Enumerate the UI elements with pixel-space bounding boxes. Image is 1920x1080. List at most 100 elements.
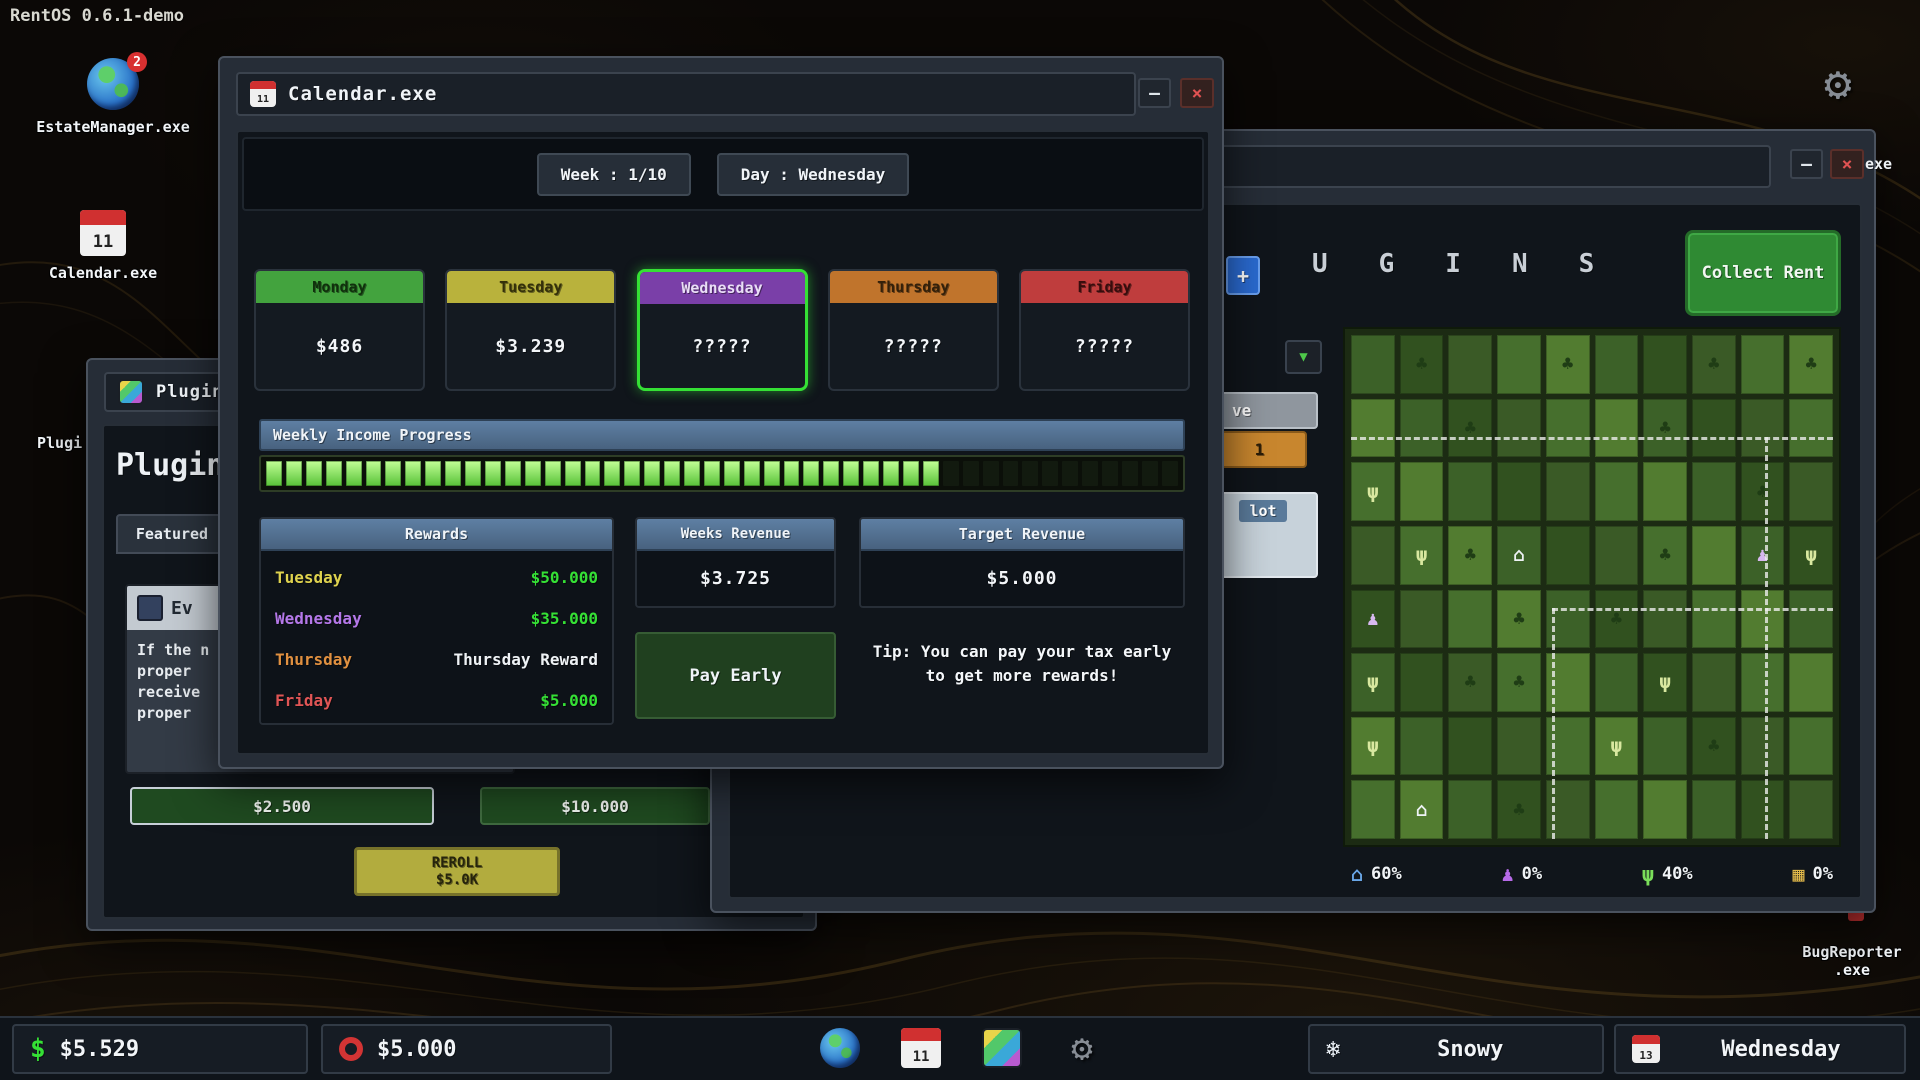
map-tile[interactable]: ♣ — [1643, 399, 1687, 458]
map-tile[interactable] — [1595, 462, 1639, 521]
map-tile[interactable] — [1497, 462, 1541, 521]
map-tile[interactable]: ♣ — [1400, 335, 1444, 394]
day-card-friday[interactable]: Friday????? — [1019, 269, 1190, 391]
map-tile[interactable] — [1595, 399, 1639, 458]
taskbar-settings-icon[interactable]: ⚙ — [1060, 1026, 1104, 1070]
map-tile[interactable] — [1741, 335, 1785, 394]
map-tile[interactable]: ψ — [1351, 462, 1395, 521]
map-tile[interactable]: ♣ — [1497, 780, 1541, 839]
map-tile[interactable]: ♣ — [1789, 335, 1833, 394]
buy-plugin-button-1[interactable]: $2.500 — [130, 787, 434, 825]
map-tile[interactable] — [1692, 780, 1736, 839]
map-tile[interactable]: ψ — [1400, 526, 1444, 585]
map-tile[interactable] — [1789, 462, 1833, 521]
map-tile[interactable] — [1546, 717, 1590, 776]
map-tile[interactable]: ♣ — [1595, 590, 1639, 649]
collect-rent-button[interactable]: Collect Rent — [1685, 230, 1841, 316]
map-tile[interactable]: ♣ — [1643, 526, 1687, 585]
map-tile[interactable]: ♣ — [1448, 653, 1492, 712]
map-tile[interactable]: ⌂ — [1400, 780, 1444, 839]
add-plugin-button[interactable]: + — [1226, 256, 1260, 295]
map-tile[interactable] — [1400, 462, 1444, 521]
map-tile[interactable] — [1595, 780, 1639, 839]
taskbar-plugins-icon[interactable] — [980, 1026, 1024, 1070]
minimize-button[interactable]: – — [1790, 149, 1823, 179]
map-tile[interactable] — [1643, 462, 1687, 521]
map-tile[interactable] — [1692, 590, 1736, 649]
map-tile[interactable] — [1789, 717, 1833, 776]
map-tile[interactable] — [1400, 717, 1444, 776]
map-tile[interactable] — [1643, 717, 1687, 776]
map-tile[interactable] — [1789, 653, 1833, 712]
plugin-slot-panel[interactable]: lot — [1208, 492, 1318, 578]
map-tile[interactable]: ♟ — [1741, 526, 1785, 585]
map-tile[interactable] — [1546, 780, 1590, 839]
map-tile[interactable] — [1692, 399, 1736, 458]
map-tile[interactable] — [1400, 399, 1444, 458]
reroll-button[interactable]: REROLL $5.0K — [354, 847, 560, 896]
map-tile[interactable] — [1741, 653, 1785, 712]
map-tile[interactable] — [1351, 780, 1395, 839]
map-tile[interactable]: ♣ — [1692, 717, 1736, 776]
map-tile[interactable] — [1692, 653, 1736, 712]
map-tile[interactable] — [1595, 335, 1639, 394]
map-tile[interactable]: ♣ — [1546, 335, 1590, 394]
map-tile[interactable] — [1643, 335, 1687, 394]
map-tile[interactable] — [1643, 590, 1687, 649]
map-tile[interactable]: ψ — [1643, 653, 1687, 712]
day-card-wednesday[interactable]: Wednesday????? — [637, 269, 808, 391]
map-tile[interactable] — [1789, 399, 1833, 458]
map-tile[interactable] — [1741, 399, 1785, 458]
map-tile[interactable] — [1741, 590, 1785, 649]
map-tile[interactable] — [1497, 717, 1541, 776]
map-tile[interactable] — [1448, 717, 1492, 776]
map-tile[interactable]: ♣ — [1692, 335, 1736, 394]
map-tile[interactable] — [1595, 653, 1639, 712]
desktop-icon-label-plugins-fragment[interactable]: Plugi — [37, 434, 82, 452]
desktop-icon-bug-reporter[interactable]: BugReporter .exe — [1772, 943, 1920, 979]
map-tile[interactable] — [1351, 526, 1395, 585]
map-tile[interactable] — [1595, 526, 1639, 585]
map-tile[interactable] — [1448, 590, 1492, 649]
slot-count-badge[interactable]: 1 — [1212, 431, 1307, 468]
map-tile[interactable]: ♣ — [1741, 462, 1785, 521]
calendar-window-titlebar[interactable]: 11 Calendar.exe — [236, 72, 1136, 116]
map-tile[interactable] — [1546, 590, 1590, 649]
map-tile[interactable] — [1400, 590, 1444, 649]
map-tile[interactable] — [1351, 399, 1395, 458]
map-tile[interactable] — [1448, 335, 1492, 394]
map-tile[interactable] — [1789, 780, 1833, 839]
map-tile[interactable]: ψ — [1351, 717, 1395, 776]
map-tile[interactable]: ♟ — [1351, 590, 1395, 649]
map-tile[interactable]: ψ — [1595, 717, 1639, 776]
map-tile[interactable] — [1741, 717, 1785, 776]
map-tile[interactable] — [1692, 462, 1736, 521]
close-button[interactable]: × — [1180, 78, 1214, 108]
taskbar-estate-manager-icon[interactable] — [818, 1026, 862, 1070]
map-tile[interactable]: ♣ — [1448, 526, 1492, 585]
map-tile[interactable] — [1789, 590, 1833, 649]
map-tile[interactable]: ♣ — [1497, 590, 1541, 649]
map-tile[interactable] — [1546, 653, 1590, 712]
map-tile[interactable] — [1351, 335, 1395, 394]
active-tab-fragment[interactable]: ve — [1208, 392, 1318, 429]
map-tile[interactable] — [1741, 780, 1785, 839]
map-tile[interactable] — [1546, 462, 1590, 521]
day-card-monday[interactable]: Monday$486 — [254, 269, 425, 391]
taskbar-calendar-icon[interactable]: 11 — [899, 1026, 943, 1070]
map-tile[interactable] — [1448, 462, 1492, 521]
filter-funnel-icon[interactable]: ▼ — [1285, 340, 1322, 374]
desktop-icon-estate-manager[interactable]: 2 EstateManager.exe — [18, 58, 208, 136]
buy-plugin-button-2[interactable]: $10.000 — [480, 787, 710, 825]
pay-early-button[interactable]: Pay Early — [635, 632, 836, 719]
map-tile[interactable]: ♣ — [1497, 653, 1541, 712]
map-tile[interactable] — [1448, 780, 1492, 839]
map-tile[interactable] — [1400, 653, 1444, 712]
map-tile[interactable]: ♣ — [1448, 399, 1492, 458]
desktop-icon-calendar[interactable]: 11 Calendar.exe — [18, 210, 188, 282]
map-tile[interactable] — [1546, 526, 1590, 585]
desktop-gear-icon[interactable]: ⚙ — [1824, 56, 1852, 110]
map-tile[interactable] — [1692, 526, 1736, 585]
map-tile[interactable] — [1497, 335, 1541, 394]
map-tile[interactable] — [1546, 399, 1590, 458]
